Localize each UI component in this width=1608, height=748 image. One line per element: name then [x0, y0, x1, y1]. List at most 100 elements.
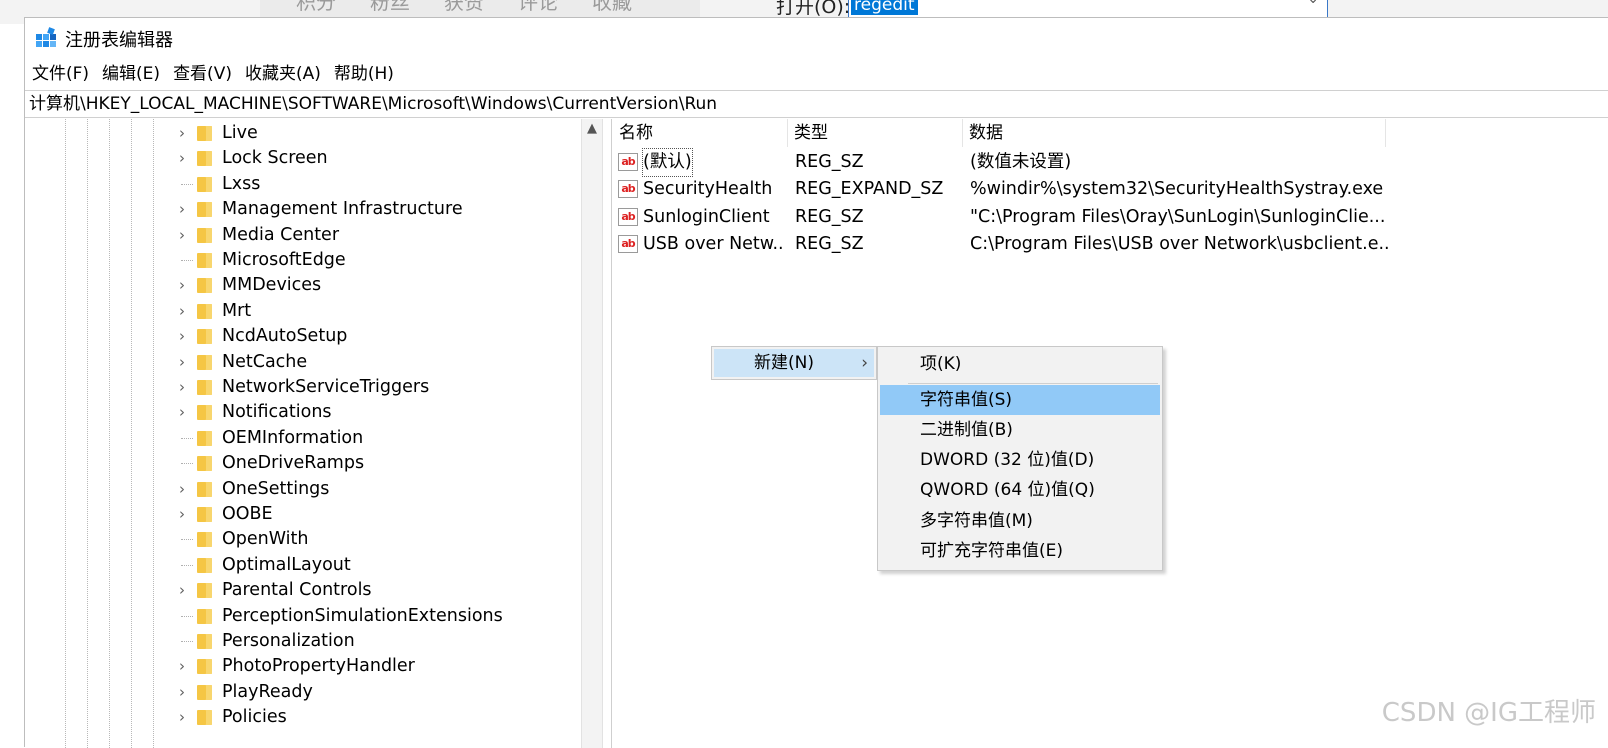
- tree-item-label: Mrt: [222, 300, 252, 321]
- chevron-right-icon[interactable]: ›: [173, 654, 191, 679]
- value-row[interactable]: ab SunloginClient REG_SZ "C:\Program Files\…: [613, 204, 1413, 231]
- chevron-right-icon[interactable]: ›: [173, 350, 191, 375]
- title-bar[interactable]: 注册表编辑器: [25, 18, 1608, 58]
- value-row[interactable]: ab USB over Netw... REG_SZ C:\Program Files…: [613, 231, 1413, 258]
- string-value-icon: ab: [618, 180, 638, 199]
- chevron-right-icon[interactable]: ›: [173, 578, 191, 603]
- value-type: REG_SZ: [795, 152, 864, 172]
- tree-item-openwith[interactable]: OpenWith: [173, 527, 573, 552]
- address-bar[interactable]: 计算机\HKEY_LOCAL_MACHINE\SOFTWARE\Microsof…: [25, 90, 1608, 118]
- chevron-right-icon[interactable]: ›: [173, 705, 191, 730]
- tree-item-playready[interactable]: › PlayReady: [173, 680, 573, 705]
- submenu-item-4[interactable]: QWORD (64 位)值(Q): [880, 475, 1160, 505]
- tree-item-microsoftedge[interactable]: MicrosoftEdge: [173, 248, 573, 273]
- submenu-item-3[interactable]: DWORD (32 位)值(D): [880, 445, 1160, 475]
- menu-file[interactable]: 文件(F): [25, 60, 95, 88]
- chevron-right-icon[interactable]: ›: [173, 223, 191, 248]
- address-path[interactable]: 计算机\HKEY_LOCAL_MACHINE\SOFTWARE\Microsof…: [29, 92, 717, 117]
- submenu-item-1[interactable]: 字符串值(S): [880, 385, 1160, 415]
- tree-item-perceptionsimulationextensions[interactable]: PerceptionSimulationExtensions: [173, 604, 573, 629]
- submenu-item-label: 二进制值(B): [920, 420, 1013, 440]
- tree-item-oeminformation[interactable]: OEMInformation: [173, 426, 573, 451]
- submenu-item-label: 项(K): [920, 354, 962, 374]
- tree-item-parental-controls[interactable]: › Parental Controls: [173, 578, 573, 603]
- tree-item-personalization[interactable]: Personalization: [173, 629, 573, 654]
- menu-edit[interactable]: 编辑(E): [95, 60, 166, 88]
- tree-item-policies[interactable]: › Policies: [173, 705, 573, 730]
- run-dialog-input[interactable]: regedit ⌄: [848, 0, 1328, 18]
- tree-item-media-center[interactable]: › Media Center: [173, 223, 573, 248]
- scroll-up-arrow-icon[interactable]: ▲: [584, 121, 600, 137]
- menu-favorites[interactable]: 收藏夹(A): [238, 60, 327, 88]
- value-name: SunloginClient: [643, 206, 770, 227]
- pane-splitter[interactable]: [603, 119, 612, 748]
- chevron-right-icon[interactable]: ›: [173, 375, 191, 400]
- column-header-type[interactable]: 类型: [788, 119, 963, 147]
- chevron-right-icon[interactable]: ›: [173, 146, 191, 171]
- tree-item-notifications[interactable]: › Notifications: [173, 400, 573, 425]
- value-data: %windir%\system32\SecurityHealthSystray.…: [970, 179, 1384, 200]
- value-name: SecurityHealth: [643, 179, 773, 200]
- submenu-item-5[interactable]: 多字符串值(M): [880, 506, 1160, 536]
- submenu-item-2[interactable]: 二进制值(B): [880, 415, 1160, 445]
- tree-guide-line: [109, 119, 110, 748]
- chevron-right-icon[interactable]: ›: [173, 197, 191, 222]
- tree-connector: [181, 539, 193, 541]
- folder-icon: [197, 532, 212, 548]
- tree-item-label: OneSettings: [222, 478, 330, 499]
- tree-item-lxss[interactable]: Lxss: [173, 172, 573, 197]
- chevron-down-icon[interactable]: ⌄: [1307, 0, 1319, 7]
- folder-icon: [197, 481, 212, 497]
- context-menu-new-label: 新建(N): [754, 353, 814, 373]
- chevron-right-icon[interactable]: ›: [173, 273, 191, 298]
- tree-item-label: Lock Screen: [222, 148, 328, 169]
- tree-item-ncdautosetup[interactable]: › NcdAutoSetup: [173, 324, 573, 349]
- chevron-right-icon[interactable]: ›: [173, 400, 191, 425]
- folder-icon: [197, 659, 212, 675]
- value-type: REG_SZ: [795, 206, 864, 227]
- tree-item-optimallayout[interactable]: OptimalLayout: [173, 553, 573, 578]
- tree-scrollbar[interactable]: ▲: [581, 119, 603, 748]
- column-header-data[interactable]: 数据: [963, 119, 1386, 147]
- tree-item-management-infrastructure[interactable]: › Management Infrastructure: [173, 197, 573, 222]
- submenu-item-0[interactable]: 项(K): [880, 349, 1160, 379]
- value-row[interactable]: ab SecurityHealth REG_EXPAND_SZ %windir%\sy…: [613, 176, 1413, 203]
- value-row[interactable]: ab (默认) REG_SZ (数值未设置): [613, 148, 1413, 177]
- tree-item-photopropertyhandler[interactable]: › PhotoPropertyHandler: [173, 654, 573, 679]
- submenu-item-6[interactable]: 可扩充字符串值(E): [880, 536, 1160, 566]
- value-data: (数值未设置): [970, 152, 1072, 172]
- column-header-name[interactable]: 名称: [613, 119, 788, 147]
- tree-item-onedriveramps[interactable]: OneDriveRamps: [173, 451, 573, 476]
- tree-item-networkservicetriggers[interactable]: › NetworkServiceTriggers: [173, 375, 573, 400]
- chevron-right-icon[interactable]: ›: [173, 299, 191, 324]
- folder-icon: [197, 507, 212, 522]
- tree-item-lock-screen[interactable]: › Lock Screen: [173, 146, 573, 171]
- tree-item-label: Media Center: [222, 224, 340, 245]
- string-value-icon: ab: [618, 234, 638, 253]
- menu-view[interactable]: 查看(V): [166, 60, 238, 88]
- folder-icon: [197, 583, 212, 599]
- context-menu-new[interactable]: 新建(N) ›: [714, 349, 874, 377]
- tree-item-live[interactable]: › Live: [173, 121, 573, 146]
- tree-item-label: OOBE: [222, 504, 273, 524]
- tree-connector: [181, 615, 193, 617]
- tree-item-onesettings[interactable]: › OneSettings: [173, 477, 573, 502]
- key-tree[interactable]: › Live › Lock Screen Lxss › Management Infrast…: [25, 119, 581, 748]
- chevron-right-icon[interactable]: ›: [173, 121, 191, 146]
- folder-icon: [197, 329, 212, 345]
- tree-item-netcache[interactable]: › NetCache: [173, 350, 573, 375]
- tree-item-mrt[interactable]: › Mrt: [173, 299, 573, 324]
- folder-icon: [197, 557, 212, 573]
- tree-item-oobe[interactable]: › OOBE: [173, 502, 573, 527]
- tree-connector: [181, 437, 193, 439]
- value-type: REG_SZ: [795, 233, 864, 254]
- tree-item-label: Live: [222, 123, 258, 143]
- chevron-right-icon[interactable]: ›: [173, 324, 191, 349]
- chevron-right-icon[interactable]: ›: [173, 477, 191, 502]
- tree-connector: [181, 260, 193, 261]
- folder-icon: [197, 608, 212, 624]
- chevron-right-icon[interactable]: ›: [173, 680, 191, 705]
- tree-item-mmdevices[interactable]: › MMDevices: [173, 273, 573, 298]
- menu-help[interactable]: 帮助(H): [327, 60, 400, 88]
- chevron-right-icon[interactable]: ›: [173, 502, 191, 527]
